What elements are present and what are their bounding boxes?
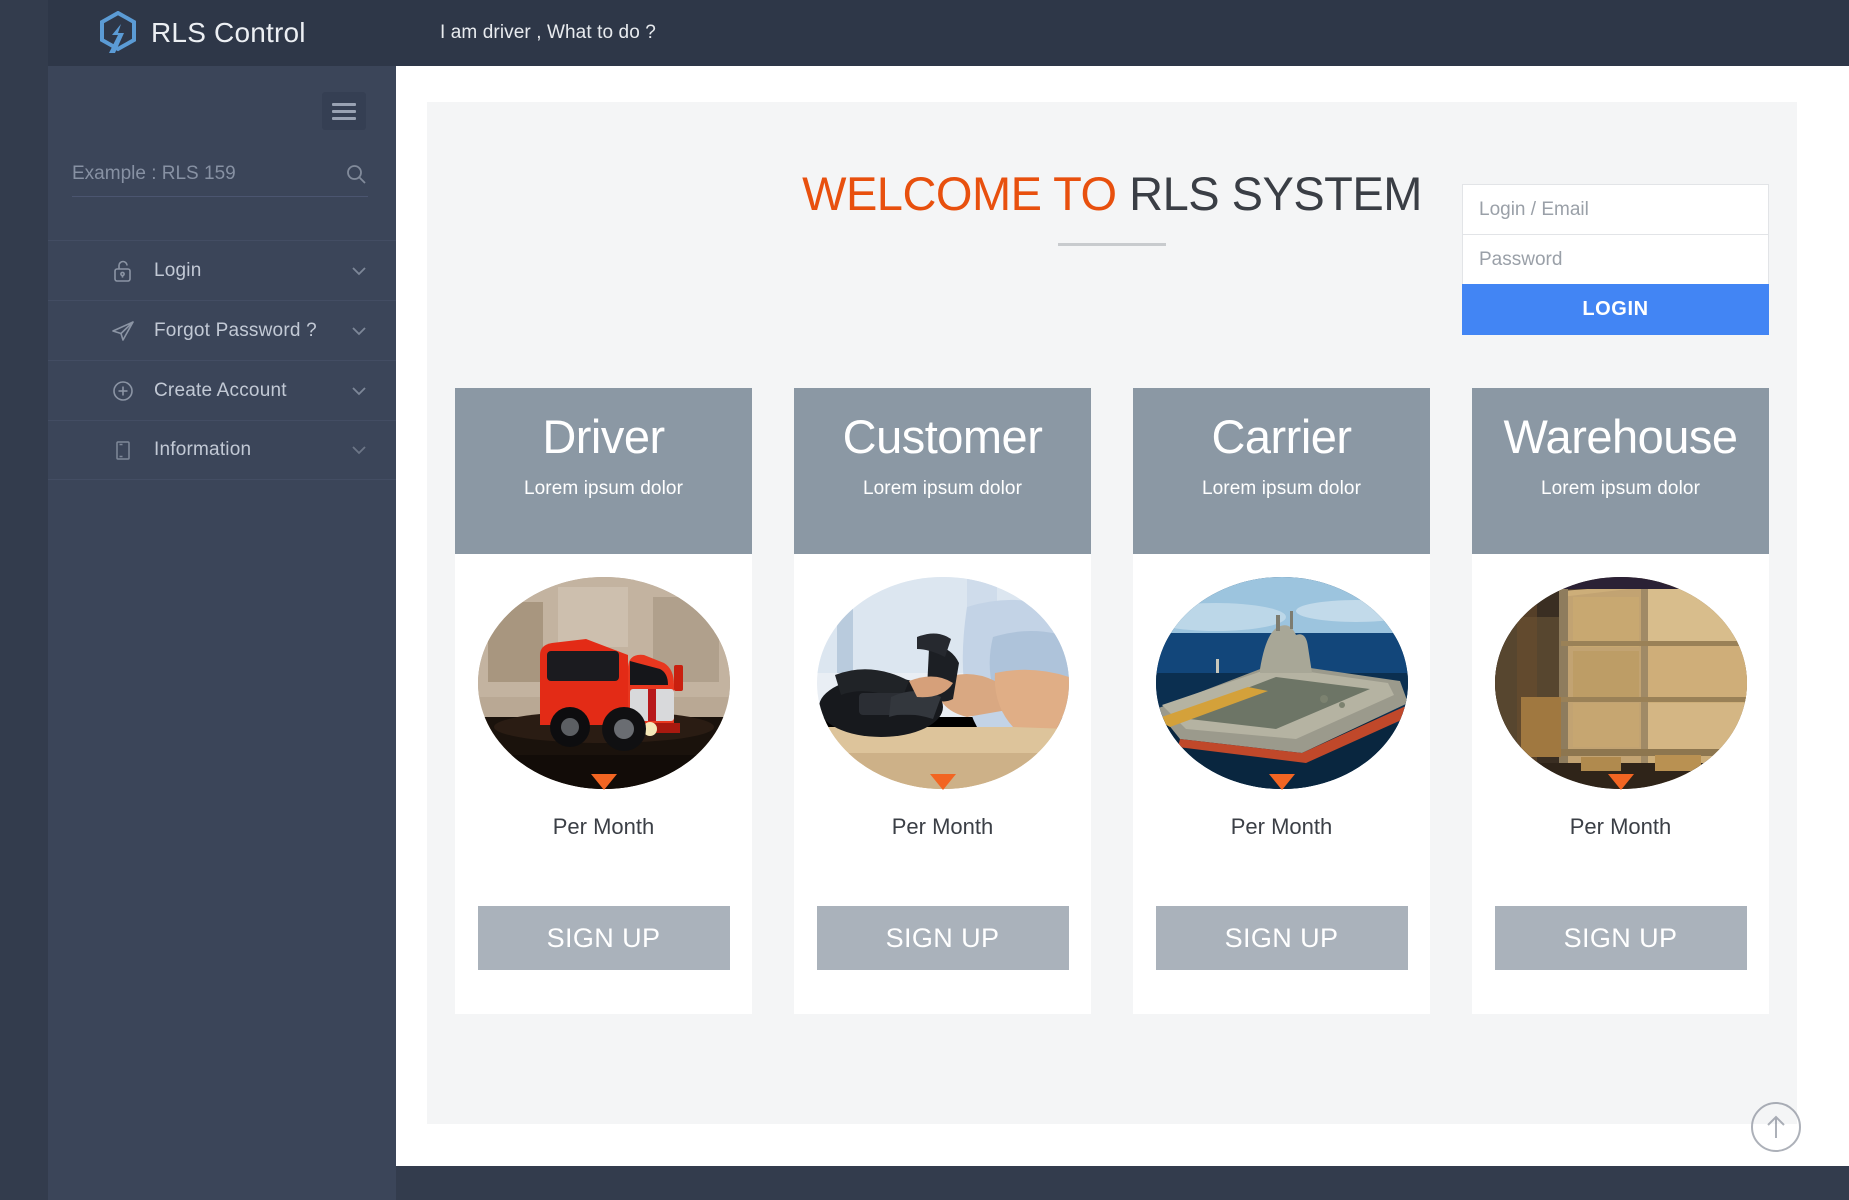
hand-dialing-office-phone-photo — [816, 577, 1069, 789]
chevron-down-icon[interactable] — [350, 382, 368, 400]
card-pointer-triangle — [590, 774, 617, 790]
sidebar-item-label: Login — [154, 259, 202, 281]
card-title: Customer — [842, 410, 1043, 463]
sidebar-item-forgot-password[interactable]: Forgot Password ? — [48, 300, 396, 360]
card-photo-wrap — [1472, 554, 1769, 812]
card-pointer-triangle — [929, 774, 956, 790]
card-header: Customer Lorem ipsum dolor — [794, 388, 1091, 554]
paper-plane-icon — [110, 318, 136, 344]
card-photo-wrap — [794, 554, 1091, 812]
sidebar: Login Forgot Password ? — [48, 66, 396, 1200]
warehouse-cardboard-boxes-photo — [1494, 577, 1747, 789]
content-area: WELCOME TO RLS SYSTEM LOGIN Driver Lorem… — [396, 66, 1825, 1166]
card-body: Per Month SIGN UP — [1472, 554, 1769, 1014]
plan-cards: Driver Lorem ipsum dolor Per Month SIGN … — [455, 388, 1769, 1014]
card-header: Driver Lorem ipsum dolor — [455, 388, 752, 554]
unlock-padlock-icon — [110, 258, 136, 284]
topbar-question-text: I am driver , What to do ? — [440, 22, 656, 43]
plan-card-carrier: Carrier Lorem ipsum dolor Per Month SIGN… — [1133, 388, 1430, 1014]
sidebar-nav: Login Forgot Password ? Create Account I… — [48, 240, 396, 480]
hamburger-bar — [332, 102, 356, 106]
plan-card-warehouse: Warehouse Lorem ipsum dolor Per Month SI… — [1472, 388, 1769, 1014]
chevron-down-icon[interactable] — [350, 322, 368, 340]
red-semi-truck-photo — [477, 577, 730, 789]
card-title: Driver — [542, 410, 665, 463]
email-field[interactable] — [1462, 184, 1769, 234]
brand-name: RLS Control — [151, 17, 306, 48]
signup-button[interactable]: SIGN UP — [477, 906, 730, 970]
top-bar: RLS Control I am driver , What to do ? — [48, 0, 1849, 66]
app-window: RLS Control I am driver , What to do ? E… — [0, 0, 1849, 1200]
login-form: LOGIN — [1462, 184, 1769, 335]
plan-card-customer: Customer Lorem ipsum dolor Per Month SIG… — [794, 388, 1091, 1014]
hamburger-menu-icon[interactable] — [322, 92, 366, 130]
plan-card-driver: Driver Lorem ipsum dolor Per Month SIGN … — [455, 388, 752, 1014]
hamburger-bar — [332, 109, 356, 113]
card-price-label: Per Month — [1569, 814, 1672, 839]
card-body: Per Month SIGN UP — [455, 554, 752, 1014]
search-icon[interactable] — [344, 162, 368, 186]
brand[interactable]: RLS Control — [48, 10, 396, 55]
chevron-down-icon[interactable] — [350, 441, 368, 459]
sidebar-item-label: Information — [154, 439, 252, 460]
card-pointer-triangle — [1268, 774, 1295, 790]
card-header: Warehouse Lorem ipsum dolor — [1472, 388, 1769, 554]
card-title: Carrier — [1211, 410, 1352, 463]
signup-button[interactable]: SIGN UP — [1494, 906, 1747, 970]
sidebar-item-create-account[interactable]: Create Account — [48, 360, 396, 420]
page-title-plain: RLS SYSTEM — [1129, 167, 1422, 220]
card-price-label: Per Month — [1230, 814, 1333, 839]
search-input[interactable] — [72, 163, 344, 185]
login-button[interactable]: LOGIN — [1462, 284, 1769, 335]
card-photo-wrap — [455, 554, 752, 812]
chevron-down-icon[interactable] — [350, 262, 368, 280]
page-right-margin — [1825, 66, 1849, 1166]
arrow-up-circle-icon[interactable] — [1749, 1100, 1803, 1154]
hamburger-bar — [332, 116, 356, 120]
page-title-accent: WELCOME TO — [802, 167, 1117, 220]
document-page-icon — [110, 437, 136, 463]
card-title: Warehouse — [1503, 410, 1738, 463]
content-panel: WELCOME TO RLS SYSTEM LOGIN Driver Lorem… — [427, 102, 1797, 1124]
sidebar-search — [72, 162, 368, 197]
card-price-label: Per Month — [891, 814, 994, 839]
card-body: Per Month SIGN UP — [794, 554, 1091, 1014]
sidebar-item-information[interactable]: Information — [48, 420, 396, 480]
card-price-label: Per Month — [552, 814, 655, 839]
card-subtitle: Lorem ipsum dolor — [523, 478, 684, 500]
card-subtitle: Lorem ipsum dolor — [862, 478, 1023, 500]
signup-button[interactable]: SIGN UP — [1155, 906, 1408, 970]
card-photo-wrap — [1133, 554, 1430, 812]
plus-circle-icon — [110, 378, 136, 404]
title-divider — [1058, 243, 1166, 246]
sidebar-item-login[interactable]: Login — [48, 240, 396, 300]
aircraft-carrier-ship-photo — [1155, 577, 1408, 789]
card-pointer-triangle — [1607, 774, 1634, 790]
signup-button[interactable]: SIGN UP — [816, 906, 1069, 970]
rls-hexagon-logo-icon — [98, 10, 138, 55]
sidebar-item-label: Forgot Password ? — [154, 319, 317, 341]
card-subtitle: Lorem ipsum dolor — [1540, 478, 1701, 500]
card-body: Per Month SIGN UP — [1133, 554, 1430, 1014]
card-header: Carrier Lorem ipsum dolor — [1133, 388, 1430, 554]
password-field[interactable] — [1462, 234, 1769, 284]
sidebar-item-label: Create Account — [154, 379, 287, 401]
card-subtitle: Lorem ipsum dolor — [1201, 478, 1362, 500]
